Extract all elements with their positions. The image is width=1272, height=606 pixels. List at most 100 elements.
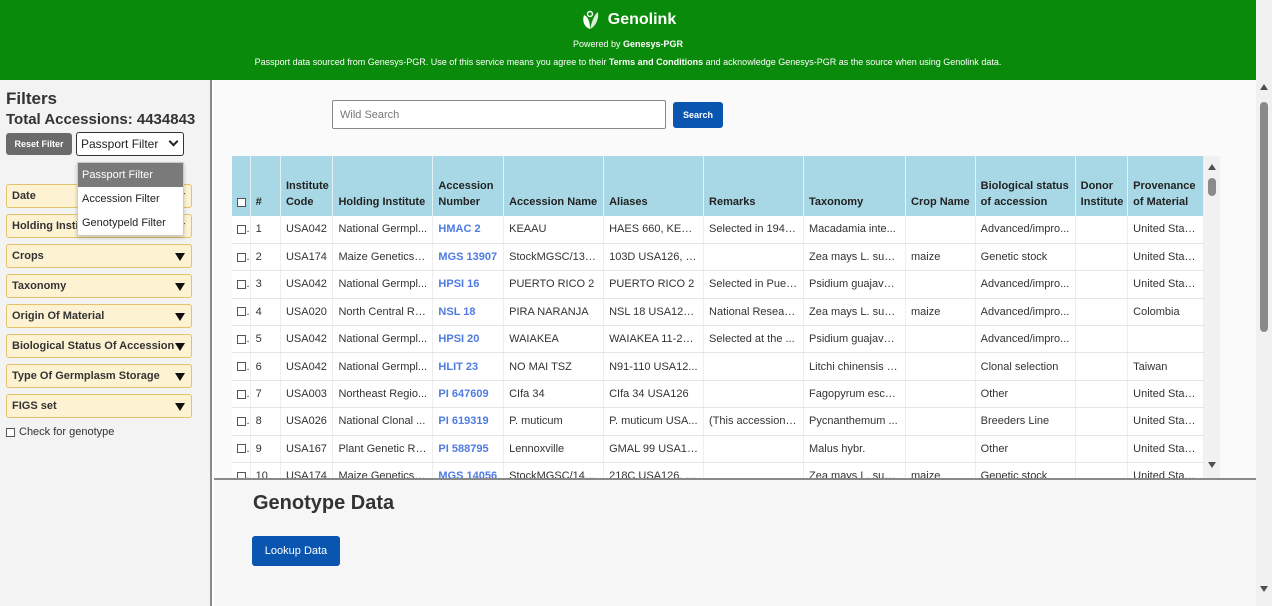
row-select-cell[interactable] (232, 407, 251, 436)
accession-number-link[interactable]: MGS 13907 (432, 243, 505, 272)
search-button[interactable]: Search (673, 102, 723, 128)
table-scrollbar[interactable] (1204, 156, 1220, 478)
row-checkbox[interactable] (237, 252, 246, 262)
col-header: Accession Number (432, 156, 505, 216)
option-passport-filter[interactable]: Passport Filter (78, 163, 183, 187)
option-accession-filter[interactable]: Accession Filter (78, 187, 183, 211)
table-cell: Zea mays L. subs... (803, 462, 906, 478)
select-all-checkbox[interactable] (237, 197, 246, 207)
accordion-origin-of-material[interactable]: Origin Of Material (6, 304, 192, 328)
row-checkbox[interactable] (237, 225, 246, 235)
table-cell: 4 (250, 298, 281, 327)
table-cell (1075, 435, 1129, 464)
genesys-link[interactable]: Genesys-PGR (623, 39, 683, 49)
table-cell (703, 435, 805, 464)
table-cell (703, 352, 805, 381)
table-row[interactable]: 5 USA042 National Germpl... HPSI 20 WAIAKEA W… (232, 325, 1204, 354)
scroll-up-arrow-icon[interactable] (1260, 84, 1268, 90)
col-header: Provenance of Material (1127, 156, 1204, 216)
table-cell: NSL 18 USA126, ... (603, 298, 705, 327)
table-cell (1075, 243, 1129, 272)
table-row[interactable]: 2 USA174 Maize Genetics C... MGS 13907 Stock… (232, 243, 1204, 272)
row-checkbox[interactable] (237, 444, 246, 454)
table-cell (703, 243, 805, 272)
row-checkbox[interactable] (237, 417, 246, 427)
table-cell: WAIAKEA (503, 325, 605, 354)
genotype-title: Genotype Data (253, 492, 395, 514)
option-genotypeid-filter[interactable]: Genotypeld Filter (78, 211, 183, 235)
row-checkbox[interactable] (237, 307, 246, 317)
table-cell (1075, 352, 1129, 381)
caret-down-icon (175, 313, 185, 321)
accession-number-link[interactable]: PI 619319 (432, 407, 505, 436)
table-cell: Selected in 1948 ... (703, 216, 805, 244)
row-select-cell[interactable] (232, 243, 251, 272)
accession-number-link[interactable]: PI 647609 (432, 380, 505, 409)
scroll-down-arrow-icon[interactable] (1260, 586, 1268, 592)
accession-number-link[interactable]: HLIT 23 (432, 352, 505, 381)
table-cell: Other (975, 380, 1076, 409)
row-select-cell[interactable] (232, 325, 251, 354)
row-select-cell[interactable] (232, 298, 251, 327)
table-row[interactable]: 7 USA003 Northeast Regio... PI 647609 CIfa 3… (232, 380, 1204, 409)
accession-number-link[interactable]: PI 588795 (432, 435, 505, 464)
table-row[interactable]: 8 USA026 National Clonal ... PI 619319 P. mu… (232, 407, 1204, 436)
filter-type-value: Passport Filter (81, 137, 159, 151)
table-row[interactable]: 6 USA042 National Germpl... HLIT 23 NO MAI T… (232, 352, 1204, 381)
accession-number-link[interactable]: MGS 14056 (432, 462, 505, 478)
row-checkbox[interactable] (237, 389, 246, 399)
row-select-cell[interactable] (232, 380, 251, 409)
table-scroll-thumb[interactable] (1208, 178, 1216, 196)
row-select-cell[interactable] (232, 435, 251, 464)
accordion-figs-set[interactable]: FIGS set (6, 394, 192, 418)
table-cell: 7 (250, 380, 281, 409)
scroll-thumb[interactable] (1260, 102, 1268, 332)
table-row[interactable]: 1 USA042 National Germpl... HMAC 2 KEAAU HAES… (232, 216, 1204, 244)
table-row[interactable]: 10 USA174 Maize Genetics C... MGS 14056 Stoc… (232, 462, 1204, 478)
filter-type-select[interactable]: Passport Filter (76, 132, 184, 156)
accordion-crops[interactable]: Crops (6, 244, 192, 268)
table-cell: USA020 (280, 298, 334, 327)
check-genotype[interactable]: Check for genotype (6, 426, 114, 438)
table-cell: Other (975, 435, 1076, 464)
scroll-up-arrow-icon[interactable] (1208, 164, 1216, 170)
table-cell: USA042 (280, 352, 334, 381)
table-cell (1075, 298, 1129, 327)
table-row[interactable]: 4 USA020 North Central Re... NSL 18 PIRA NAR… (232, 298, 1204, 327)
table-cell: maize (905, 462, 976, 478)
accession-number-link[interactable]: HMAC 2 (432, 216, 505, 244)
scroll-down-arrow-icon[interactable] (1208, 462, 1216, 468)
accession-number-link[interactable]: HPSI 20 (432, 325, 505, 354)
reset-filter-button[interactable]: Reset Filter (6, 133, 72, 155)
terms-link[interactable]: Terms and Conditions (609, 57, 703, 67)
row-select-cell[interactable] (232, 352, 251, 381)
row-checkbox[interactable] (237, 362, 246, 372)
row-checkbox[interactable] (237, 334, 246, 344)
lookup-data-button[interactable]: Lookup Data (252, 536, 340, 566)
accession-number-link[interactable]: HPSI 16 (432, 270, 505, 299)
table-cell (1075, 270, 1129, 299)
accession-number-link[interactable]: NSL 18 (432, 298, 505, 327)
genotype-checkbox[interactable] (6, 427, 15, 437)
accordion-biological-status[interactable]: Biological Status Of Accession (6, 334, 192, 358)
select-all-header[interactable] (232, 156, 251, 216)
table-cell: Psidium guajava L. (803, 270, 906, 299)
accordion-germplasm-storage[interactable]: Type Of Germplasm Storage (6, 364, 192, 388)
filters-title: Filters (6, 89, 58, 108)
wild-search-input[interactable]: Wild Search (332, 100, 666, 129)
table-cell: USA174 (280, 243, 334, 272)
page-scrollbar[interactable] (1256, 0, 1272, 606)
table-cell (1075, 462, 1129, 478)
table-row[interactable]: 3 USA042 National Germpl... HPSI 16 PUERTO R… (232, 270, 1204, 299)
chevron-down-icon (168, 136, 179, 147)
row-select-cell[interactable] (232, 216, 251, 244)
row-checkbox[interactable] (237, 280, 246, 290)
disclaimer: Passport data sourced from Genesys-PGR. … (254, 57, 1002, 67)
accordion-taxonomy[interactable]: Taxonomy (6, 274, 192, 298)
brand[interactable]: Genolink (0, 9, 1256, 31)
row-select-cell[interactable] (232, 462, 251, 478)
table-cell: StockMGSC/14056 (503, 462, 605, 478)
accessions-table: # Institute Code Holding Institute Acces… (232, 156, 1204, 478)
table-row[interactable]: 9 USA167 Plant Genetic Re... PI 588795 Lenno… (232, 435, 1204, 464)
row-select-cell[interactable] (232, 270, 251, 299)
